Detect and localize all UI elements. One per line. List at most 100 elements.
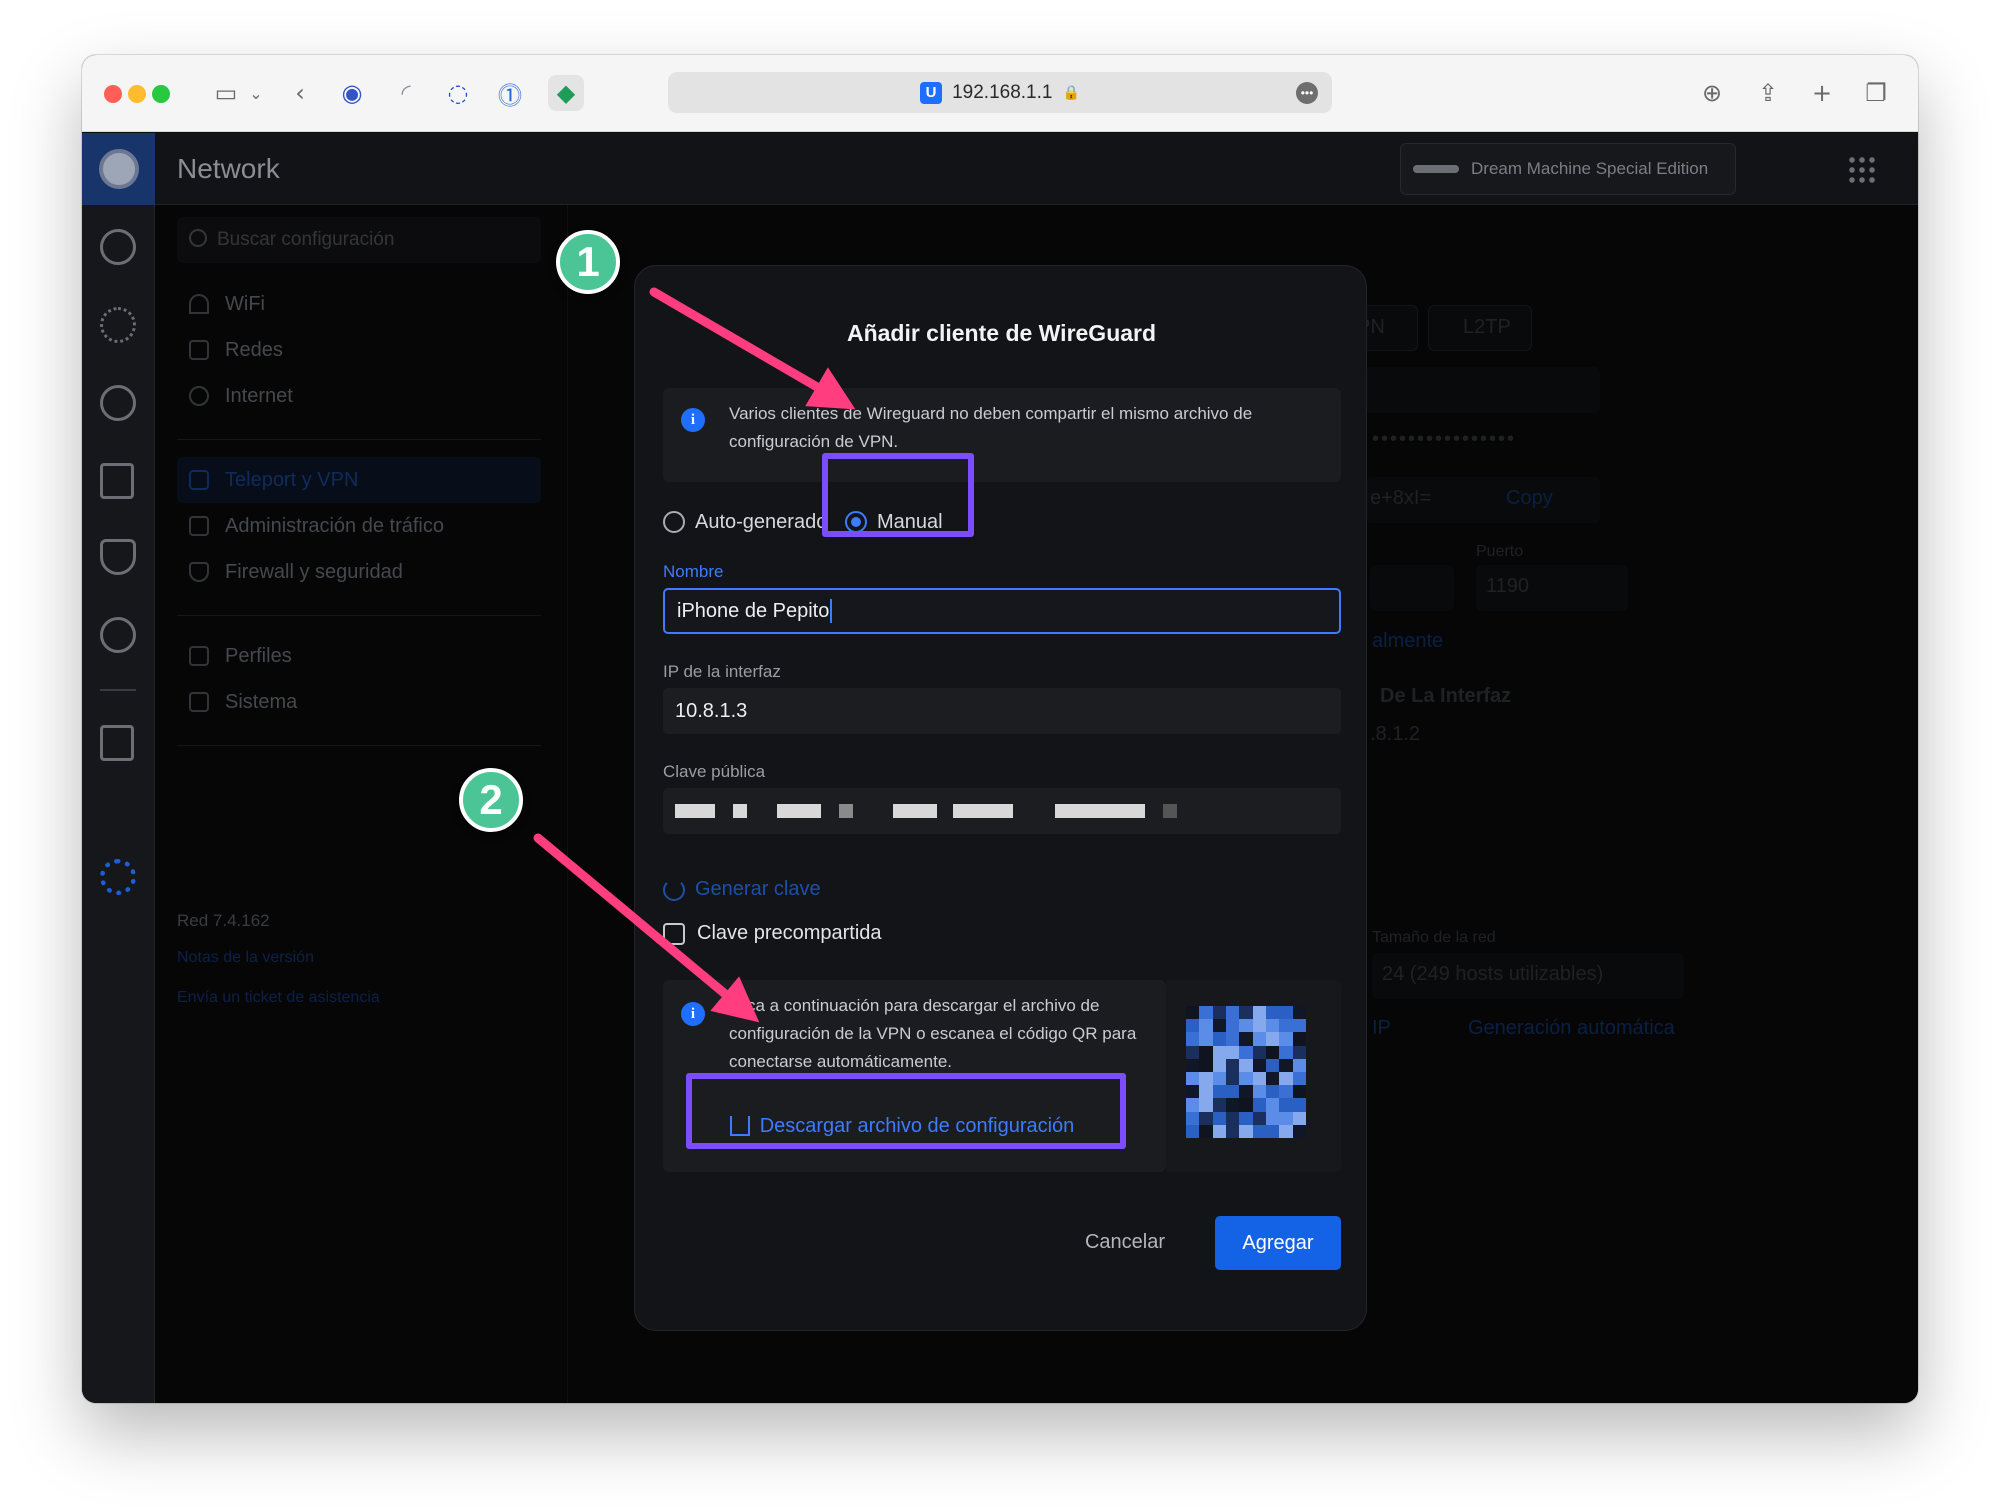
qr-pixel (1252, 1111, 1266, 1125)
rss-icon[interactable]: ◜ (388, 75, 424, 111)
info-text-line2: configuración de VPN. (729, 432, 899, 451)
text-caret (830, 599, 833, 623)
lock-icon: 🔒 (1062, 84, 1080, 100)
tabs-overview-icon[interactable]: ❐ (1858, 75, 1894, 111)
info-banner: i Varios clientes de Wireguard no deben … (663, 388, 1341, 482)
refresh-icon (663, 878, 685, 901)
qr-pixel (1199, 1058, 1213, 1072)
generate-key-link[interactable]: Generar clave (663, 878, 821, 901)
modal-title: Añadir cliente de WireGuard (846, 320, 1157, 346)
dashboard-icon[interactable] (100, 229, 136, 265)
insights-icon[interactable] (100, 617, 136, 653)
checkbox[interactable] (663, 922, 685, 945)
loading-icon[interactable]: ◌ (440, 75, 476, 111)
clients-icon[interactable] (100, 463, 134, 499)
qr-pixel (1212, 1058, 1226, 1072)
qr-code (1166, 980, 1341, 1172)
close-window-button[interactable] (104, 85, 122, 103)
info-icon: i (681, 1002, 705, 1026)
qr-pixel (1225, 1098, 1240, 1112)
back-icon[interactable]: ‹ (282, 75, 318, 111)
qr-pixel (1252, 1124, 1266, 1138)
topology-icon[interactable] (100, 307, 136, 343)
qr-pixel (1186, 1071, 1200, 1086)
qr-pixel (1239, 1045, 1253, 1059)
qr-pixel (1199, 1111, 1213, 1125)
download-info-line3: conectarse automáticamente. (729, 1052, 953, 1071)
layers-icon[interactable]: ◆ (548, 75, 584, 111)
qr-pixel (1199, 1071, 1213, 1086)
radio-circle[interactable] (663, 511, 685, 533)
more-icon[interactable]: ••• (1296, 82, 1318, 104)
qr-pixel (1279, 1085, 1293, 1099)
chevron-down-icon[interactable]: ⌄ (238, 75, 274, 111)
qr-pixel (1225, 1058, 1240, 1072)
address-bar[interactable]: U 192.168.1.1 🔒 ••• (668, 72, 1332, 113)
browser-window: ▭ ⌄ ‹ ◉ ◜ ◌ ⓵ ◆ U 192.168.1.1 🔒 ••• ⊕ ⇪ … (82, 55, 1918, 1403)
qr-pixel (1279, 1032, 1293, 1046)
extension-icon[interactable]: ◉ (334, 75, 370, 111)
qr-pixel (1292, 1124, 1306, 1138)
qr-pixel (1186, 1045, 1200, 1059)
download-highlight-box (686, 1073, 1126, 1149)
public-key-input[interactable] (663, 788, 1341, 834)
add-button[interactable]: Agregar (1215, 1216, 1341, 1270)
new-tab-icon[interactable]: + (1804, 75, 1840, 111)
password-manager-icon[interactable]: ⓵ (492, 75, 528, 111)
minimize-window-button[interactable] (128, 85, 146, 103)
qr-pixel (1292, 1019, 1306, 1033)
generate-key-label: Generar clave (695, 878, 821, 900)
zoom-window-button[interactable] (152, 85, 170, 103)
preshared-key-checkbox[interactable]: Clave precompartida (663, 922, 882, 945)
download-icon[interactable]: ⊕ (1694, 75, 1730, 111)
device-icon (1413, 165, 1459, 173)
qr-pixel (1265, 1071, 1280, 1086)
unifi-logo-icon[interactable] (82, 133, 155, 205)
qr-pixel (1265, 1124, 1280, 1138)
interface-ip-input[interactable]: 10.8.1.3 (663, 688, 1341, 734)
name-value: iPhone de Pepito (677, 599, 830, 622)
radio-auto-generated[interactable]: Auto-generado (663, 502, 827, 542)
qr-pixel (1212, 1019, 1226, 1033)
qr-pixel (1225, 1111, 1240, 1125)
qr-pixel (1239, 1019, 1253, 1033)
qr-pixel (1212, 1098, 1226, 1112)
interface-ip-value: 10.8.1.3 (675, 699, 748, 722)
qr-pixel (1292, 1111, 1306, 1125)
url-text: 192.168.1.1 (952, 81, 1053, 103)
qr-pixel (1199, 1019, 1213, 1033)
qr-pixel (1252, 1098, 1266, 1112)
download-info-line1: Toca a continuación para descargar el ar… (729, 996, 1100, 1015)
qr-pixel (1252, 1071, 1266, 1086)
qr-pixel (1279, 1071, 1293, 1086)
qr-pixel (1239, 1006, 1253, 1020)
qr-pixel (1252, 1019, 1266, 1033)
name-input[interactable]: iPhone de Pepito (663, 588, 1341, 634)
settings-gear-icon[interactable] (100, 859, 136, 895)
qr-pixel (1239, 1058, 1253, 1072)
browser-toolbar: ▭ ⌄ ‹ ◉ ◜ ◌ ⓵ ◆ U 192.168.1.1 🔒 ••• ⊕ ⇪ … (82, 55, 1918, 132)
devices-icon[interactable] (100, 385, 136, 421)
qr-pixel (1265, 1006, 1280, 1020)
qr-pixel (1279, 1124, 1293, 1138)
qr-pixel (1265, 1032, 1280, 1046)
cancel-button[interactable]: Cancelar (1065, 1216, 1185, 1268)
pixelated-key (839, 804, 853, 818)
logs-icon[interactable] (100, 725, 134, 761)
qr-pixel (1292, 1045, 1306, 1059)
pixelated-key (953, 804, 1013, 818)
apps-grid-icon[interactable] (1847, 155, 1877, 185)
device-name: Dream Machine Special Edition (1471, 159, 1709, 178)
step-1-badge: 1 (556, 230, 620, 294)
qr-pixel (1186, 1085, 1200, 1099)
share-icon[interactable]: ⇪ (1750, 75, 1786, 111)
qr-pixel (1186, 1124, 1200, 1138)
qr-pixel (1212, 1006, 1226, 1020)
qr-pixel (1265, 1111, 1280, 1125)
qr-pixel (1212, 1071, 1226, 1086)
qr-pixel (1239, 1071, 1253, 1086)
qr-pixel (1265, 1058, 1280, 1072)
shield-icon[interactable] (100, 539, 136, 575)
device-selector[interactable]: Dream Machine Special Edition (1400, 143, 1736, 195)
qr-pixel (1265, 1045, 1280, 1059)
